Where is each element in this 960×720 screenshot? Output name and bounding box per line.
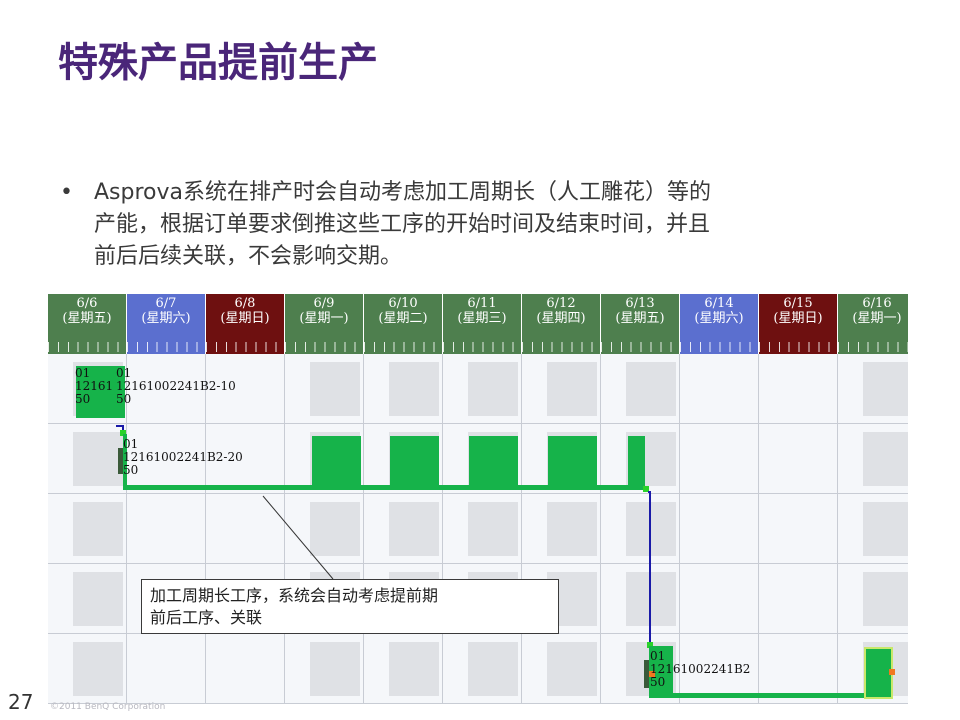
job-label-line: 50	[123, 463, 139, 477]
task-bar[interactable]	[548, 436, 597, 486]
slide-title: 特殊产品提前生产	[58, 40, 378, 86]
job-label-line: 50	[75, 392, 91, 406]
task-bar[interactable]	[644, 660, 649, 688]
copyright-text: ©2011 BenQ Corporation	[50, 702, 166, 712]
task-bar[interactable]	[673, 693, 871, 698]
job-label-line: 12161002241B2	[650, 662, 751, 676]
bullet-dot: •	[60, 180, 73, 205]
task-bar[interactable]	[390, 436, 439, 486]
bullet-text: Asprova系统在排产时会自动考虑加工周期长（人工雕花）等的 产能，根据订单要…	[94, 177, 864, 273]
callout-box: 加工周期长工序，系统会自动考虑提前期 前后工序、关联	[141, 579, 559, 634]
task-marker	[889, 669, 895, 675]
task-bar[interactable]	[864, 647, 893, 699]
bullet-line-1: Asprova系统在排产时会自动考虑加工周期长（人工雕花）等的	[94, 180, 712, 205]
task-overlay	[76, 366, 895, 699]
link-line	[648, 491, 651, 646]
page-number: 27	[8, 690, 34, 714]
task-bar[interactable]	[312, 436, 361, 486]
job-label: 01 12161 50	[75, 367, 113, 406]
callout-pointer	[262, 495, 334, 580]
callout-line-1: 加工周期长工序，系统会自动考虑提前期	[150, 586, 439, 605]
callout-line-2: 前后工序、关联	[150, 608, 263, 627]
bullet-line-3: 前后后续关联，不会影响交期。	[94, 244, 403, 269]
job-label-line: 50	[650, 675, 666, 689]
job-label: 01 12161002241B2-20 50	[123, 438, 243, 477]
job-label-line: 50	[116, 392, 132, 406]
task-bar[interactable]	[628, 436, 645, 486]
gantt-chart[interactable]: 6/6 (星期五) 6/7 (星期六) 6/8 (星期日) 6/9 (星期一) 6/10 (星期二…	[48, 294, 908, 704]
task-bar[interactable]	[469, 436, 518, 486]
task-bar[interactable]	[123, 485, 643, 490]
job-label: 01 12161002241B2 50	[650, 650, 750, 689]
job-label-line: 12161002241B2-20	[123, 450, 243, 464]
job-label: 01 12161002241B2-10 50	[116, 367, 236, 406]
bullet-line-2: 产能，根据订单要求倒推这些工序的开始时间及结束时间，并且	[94, 212, 711, 237]
job-label-line: 12161002241B2-10	[116, 379, 236, 393]
